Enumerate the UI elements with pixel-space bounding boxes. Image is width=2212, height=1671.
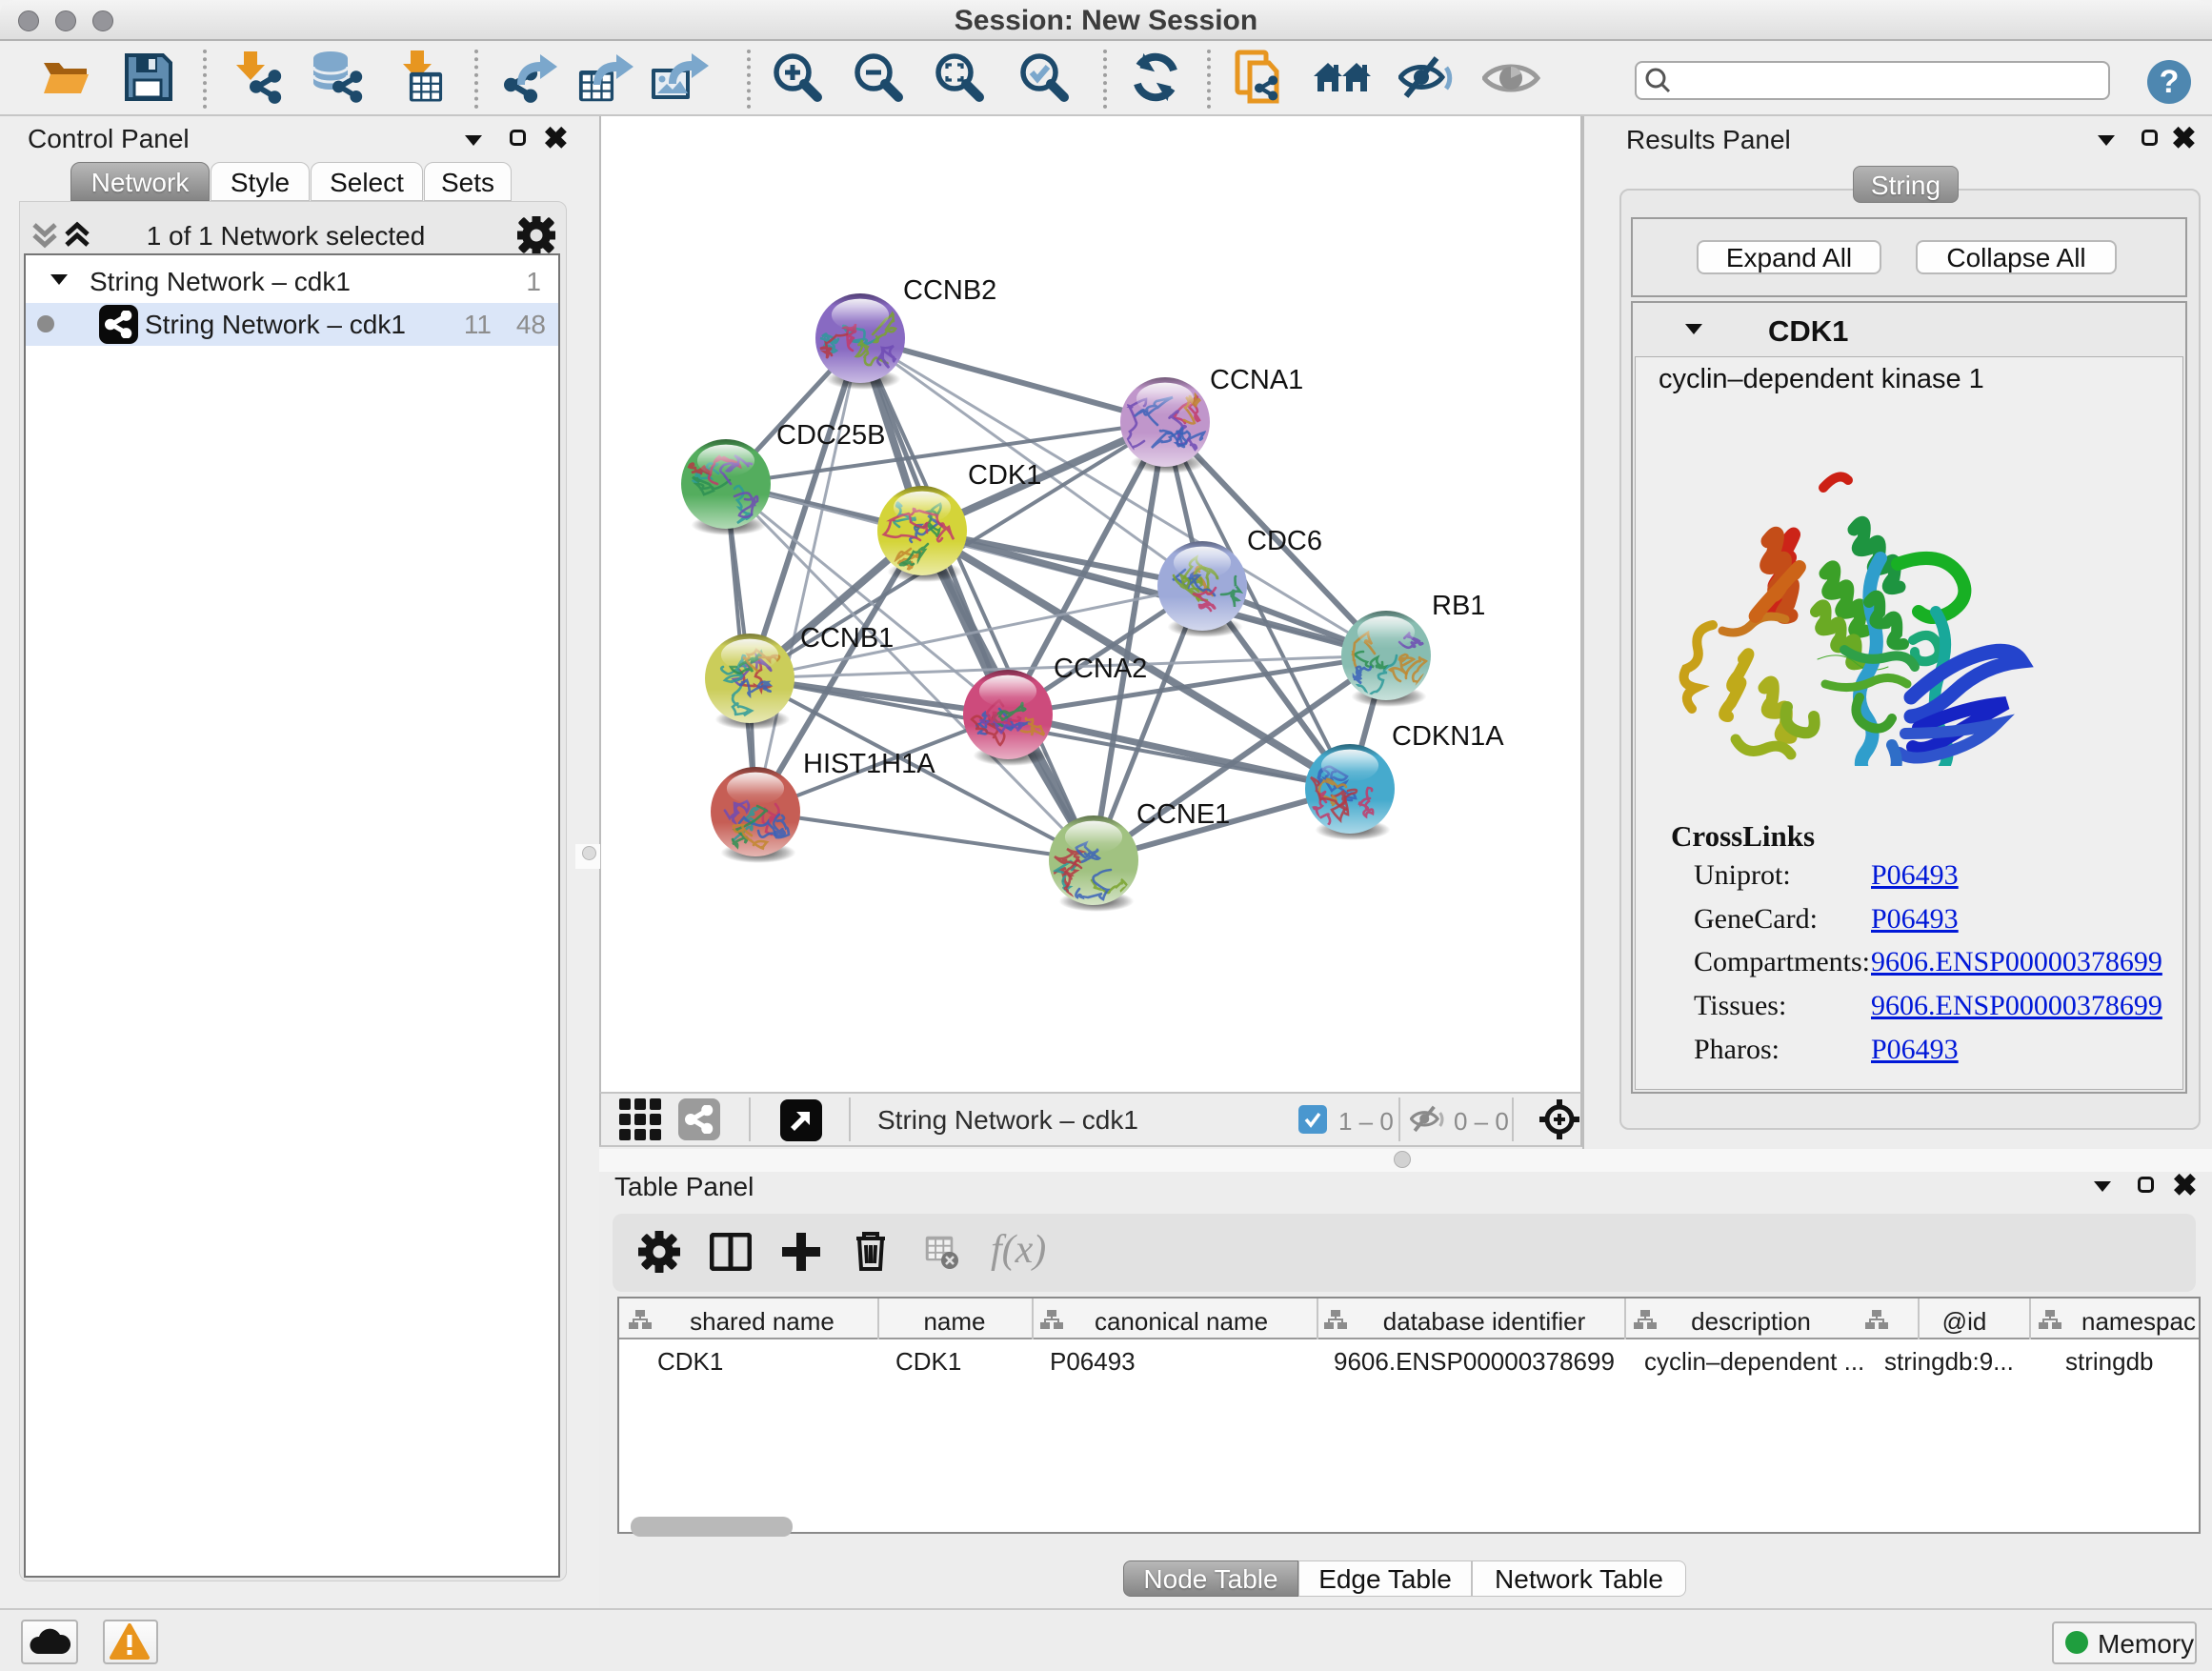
svg-text:CDK1: CDK1 [968,460,1041,491]
svg-text:CDKN1A: CDKN1A [1392,721,1504,752]
svg-text:CCNA1: CCNA1 [1210,365,1303,395]
svg-text:CCNA2: CCNA2 [1054,654,1147,684]
svg-text:RB1: RB1 [1432,591,1485,621]
svg-text:HIST1H1A: HIST1H1A [803,749,935,779]
svg-text:CDC25B: CDC25B [776,420,885,451]
svg-text:CCNE1: CCNE1 [1136,799,1230,830]
svg-text:CCNB2: CCNB2 [903,275,996,306]
svg-text:CDC6: CDC6 [1247,526,1322,556]
svg-text:CCNB1: CCNB1 [800,623,894,654]
